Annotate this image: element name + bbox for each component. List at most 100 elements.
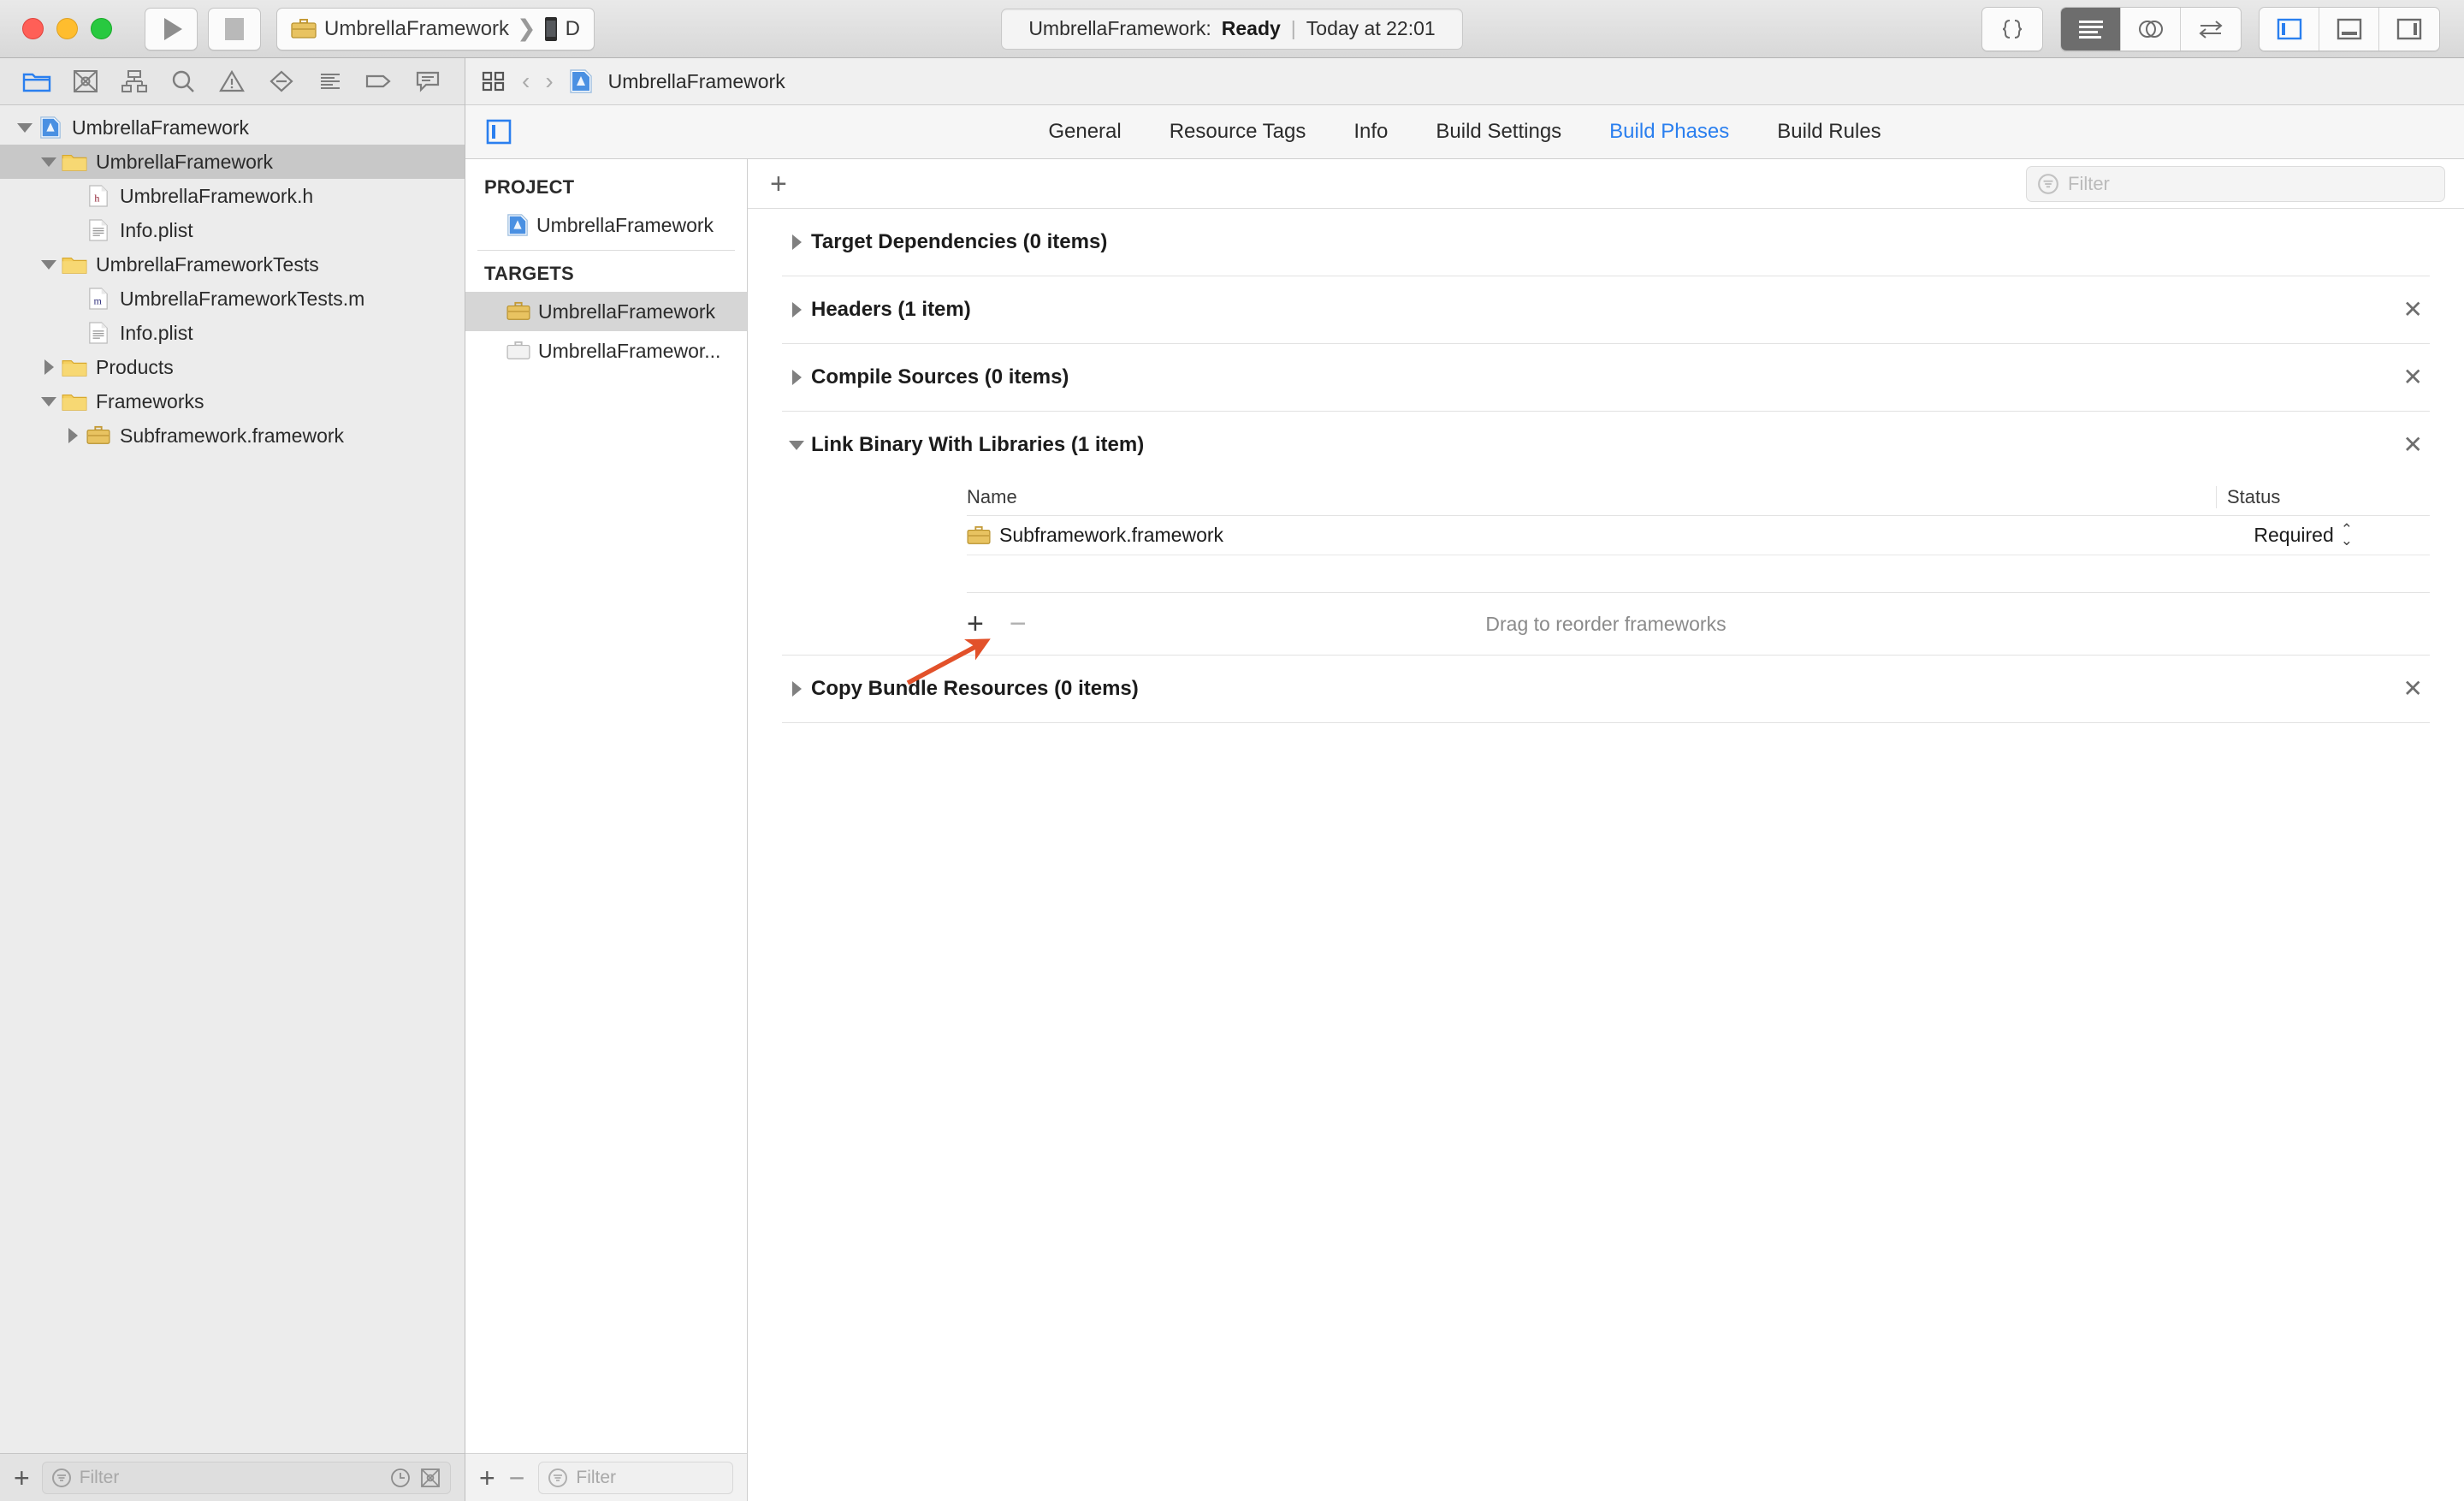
disclosure-triangle-right-icon[interactable] (62, 428, 84, 443)
jump-bar: ‹ › UmbrellaFramework (465, 58, 2464, 105)
tab-build-settings[interactable]: Build Settings (1436, 120, 1561, 144)
jump-forward-button[interactable]: › (545, 68, 553, 95)
project-section-header: PROJECT (465, 169, 747, 205)
column-header-name: Name (967, 486, 2216, 508)
delete-build-phase-button[interactable]: ✕ (2403, 433, 2423, 457)
test-target-icon (506, 341, 530, 361)
zoom-window-button[interactable] (91, 18, 112, 39)
symbol-navigator-icon (121, 69, 147, 93)
toggle-utilities-button[interactable] (2379, 8, 2439, 50)
remove-target-button[interactable]: − (509, 1464, 525, 1492)
disclosure-triangle-down-icon[interactable] (38, 397, 60, 406)
version-editor-button[interactable] (2181, 8, 2241, 50)
minimize-window-button[interactable] (56, 18, 78, 39)
navigator-tab-source-control[interactable] (61, 64, 110, 98)
add-build-phase-button[interactable]: + (770, 169, 787, 199)
navigator-tab-issue[interactable] (208, 64, 257, 98)
project-list-filter-placeholder: Filter (576, 1468, 724, 1488)
tab-build-rules[interactable]: Build Rules (1777, 120, 1881, 144)
navigator-tab-debug[interactable] (305, 64, 354, 98)
disclosure-triangle-right-icon[interactable] (782, 370, 811, 385)
scheme-selector[interactable]: UmbrellaFramework ❯ D (276, 8, 595, 50)
navigator-tab-report[interactable] (404, 64, 453, 98)
standard-editor-button[interactable] (2061, 8, 2121, 50)
related-items-icon[interactable] (481, 69, 506, 93)
build-phase-title: Copy Bundle Resources (0 items) (811, 677, 1139, 701)
table-row[interactable]: Subframework.framework Required ⌃⌄ (967, 516, 2430, 555)
assistant-editor-icon (2136, 18, 2165, 40)
build-phase-header[interactable]: Link Binary With Libraries (1 item) ✕ (782, 412, 2430, 478)
window-titlebar: UmbrellaFramework ❯ D UmbrellaFramework:… (0, 0, 2464, 58)
navigator-tree-row[interactable]: mUmbrellaFrameworkTests.m (0, 282, 465, 316)
navigator-tree-row-label: UmbrellaFramework.h (120, 185, 313, 208)
tab-info[interactable]: Info (1353, 120, 1388, 144)
build-phases-filter-field[interactable]: Filter (2026, 166, 2445, 202)
disclosure-triangle-right-icon[interactable] (782, 681, 811, 697)
link-binary-row-name: Subframework.framework (967, 524, 2216, 547)
disclosure-triangle-down-icon[interactable] (14, 123, 36, 133)
build-phase-header[interactable]: Target Dependencies (0 items) (782, 209, 2430, 276)
build-phase-header[interactable]: Compile Sources (0 items) ✕ (782, 344, 2430, 411)
editor-mode-group (2060, 7, 2242, 51)
navigator-tree-row[interactable]: UmbrellaFramework (0, 110, 465, 145)
disclosure-triangle-down-icon[interactable] (782, 441, 811, 450)
delete-build-phase-button[interactable]: ✕ (2403, 298, 2423, 322)
delete-build-phase-button[interactable]: ✕ (2403, 677, 2423, 701)
build-phase-header[interactable]: Copy Bundle Resources (0 items) ✕ (782, 656, 2430, 722)
tab-resource-tags[interactable]: Resource Tags (1170, 120, 1306, 144)
navigator-tree-row[interactable]: UmbrellaFrameworkTests (0, 247, 465, 282)
jump-back-button[interactable]: ‹ (522, 68, 530, 95)
navigator-tree-row-label: Products (96, 356, 174, 379)
folder-icon (60, 254, 89, 275)
project-list-filter-field[interactable]: Filter (538, 1462, 733, 1494)
close-window-button[interactable] (22, 18, 44, 39)
navigator-tree-row[interactable]: Subframework.framework (0, 418, 465, 453)
status-stepper-icon[interactable]: ⌃⌄ (2341, 525, 2353, 544)
navigator-tab-test[interactable] (257, 64, 305, 98)
navigator-tree-row[interactable]: Info.plist (0, 213, 465, 247)
editor-tabs[interactable]: General Resource Tags Info Build Settings Bu… (465, 120, 2464, 144)
stop-button[interactable] (208, 8, 261, 50)
navigator-tree-row[interactable]: Products (0, 350, 465, 384)
disclosure-triangle-right-icon[interactable] (782, 234, 811, 250)
build-phase-title: Compile Sources (0 items) (811, 365, 1069, 389)
jump-bar-title: UmbrellaFramework (608, 70, 785, 93)
code-snippet-button[interactable] (1982, 8, 2042, 50)
link-binary-row-status[interactable]: Required ⌃⌄ (2216, 524, 2430, 547)
navigator-tree-row[interactable]: Frameworks (0, 384, 465, 418)
navigator-tree-row-label: Frameworks (96, 390, 204, 413)
target-list-item-framework[interactable]: UmbrellaFramework (465, 292, 747, 331)
build-phase-header[interactable]: Headers (1 item) ✕ (782, 276, 2430, 343)
tab-build-phases[interactable]: Build Phases (1609, 120, 1729, 144)
source-control-filter-icon[interactable] (419, 1467, 441, 1489)
tab-general[interactable]: General (1048, 120, 1121, 144)
navigator-tab-symbol[interactable] (110, 64, 158, 98)
assistant-editor-button[interactable] (2121, 8, 2181, 50)
add-target-button[interactable]: + (479, 1464, 495, 1492)
clock-icon[interactable] (389, 1467, 412, 1489)
delete-build-phase-button[interactable]: ✕ (2403, 365, 2423, 389)
framework-icon (84, 425, 113, 446)
navigator-tree-row[interactable]: UmbrellaFramework (0, 145, 465, 179)
navigator-tab-project[interactable] (12, 64, 61, 98)
navigator-tree-row[interactable]: Info.plist (0, 316, 465, 350)
toggle-navigator-button[interactable] (2260, 8, 2319, 50)
disclosure-triangle-down-icon[interactable] (38, 260, 60, 270)
toggle-debug-area-button[interactable] (2319, 8, 2379, 50)
navigator-add-button[interactable]: + (14, 1464, 30, 1492)
disclosure-triangle-right-icon[interactable] (38, 359, 60, 375)
folder-icon (60, 391, 89, 412)
project-list-item[interactable]: UmbrellaFramework (465, 205, 747, 245)
navigator-tab-find[interactable] (159, 64, 208, 98)
run-button[interactable] (145, 8, 198, 50)
disclosure-triangle-down-icon[interactable] (38, 157, 60, 167)
navigator-tab-breakpoint[interactable] (355, 64, 404, 98)
project-targets-scroll: PROJECT UmbrellaFramework TARGETS (465, 159, 747, 1453)
target-list-item-tests[interactable]: UmbrellaFramewor... (465, 331, 747, 371)
report-navigator-icon (415, 69, 441, 93)
disclosure-triangle-right-icon[interactable] (782, 302, 811, 317)
navigator-filter-field[interactable]: Filter (42, 1462, 451, 1494)
link-binary-footer: + − Drag to reorder frameworks (782, 593, 2430, 655)
project-navigator-tree[interactable]: UmbrellaFrameworkUmbrellaFrameworkhUmbre… (0, 105, 465, 1453)
navigator-tree-row[interactable]: hUmbrellaFramework.h (0, 179, 465, 213)
